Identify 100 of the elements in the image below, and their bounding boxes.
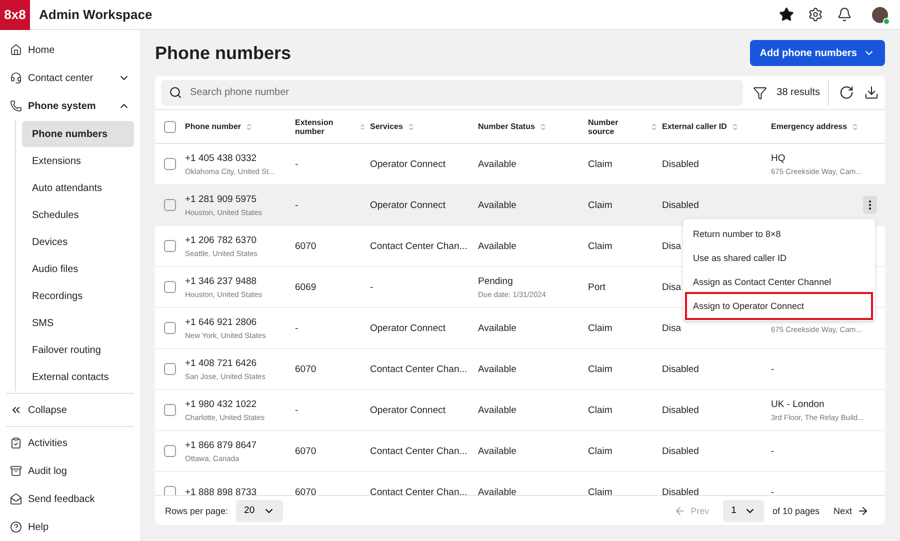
sort-icon[interactable]	[650, 122, 658, 130]
clipboard-icon	[10, 437, 22, 449]
sidebar-item[interactable]: Activities	[6, 429, 134, 457]
table-cell: Port	[588, 282, 606, 292]
settings-icon[interactable]	[808, 7, 823, 22]
sort-icon[interactable]	[538, 122, 547, 130]
sort-icon[interactable]	[851, 122, 860, 130]
table-cell: Available	[478, 364, 516, 374]
sidebar-subitem[interactable]: SMS	[22, 310, 134, 336]
table-cell: Disa	[662, 322, 682, 334]
sidebar-subitem[interactable]: Extensions	[22, 148, 134, 174]
checkbox[interactable]	[164, 404, 176, 416]
avatar[interactable]	[872, 6, 888, 22]
checkbox[interactable]	[164, 240, 176, 252]
table-cell: Claim	[588, 364, 612, 374]
checkbox[interactable]	[164, 281, 176, 293]
column-header[interactable]: Phone number	[185, 122, 242, 131]
column-header[interactable]: Emergency address	[771, 122, 848, 131]
checkbox[interactable]	[164, 322, 176, 334]
table-cell: Available	[478, 240, 516, 252]
sidebar-item[interactable]: Help	[6, 513, 134, 541]
sidebar-subitem[interactable]: Devices	[22, 229, 134, 255]
table-cell: Disa	[662, 282, 682, 292]
star-icon[interactable]	[779, 7, 794, 22]
sidebar-subitem[interactable]: Recordings	[22, 283, 134, 309]
column-header[interactable]: Number source	[588, 118, 646, 136]
sidebar-item[interactable]: Contact center	[6, 64, 134, 92]
column-header[interactable]: External caller ID	[662, 122, 727, 131]
sidebar-subitem[interactable]: Schedules	[22, 202, 134, 228]
download-icon[interactable]	[864, 85, 879, 100]
table-cell: Claim	[588, 446, 612, 456]
chevrons-left-icon	[10, 404, 22, 416]
table-cell: -	[295, 322, 298, 334]
sidebar-subitem[interactable]: Failover routing	[22, 337, 134, 363]
table-cell: 6070	[295, 486, 316, 495]
next-button[interactable]: Next	[827, 504, 875, 516]
checkbox[interactable]	[164, 445, 176, 457]
table-cell: Disabled	[662, 158, 699, 170]
collapse-button[interactable]: Collapse	[6, 396, 134, 424]
table-cell: Disabled	[662, 404, 699, 416]
table-cell: Claim	[588, 322, 612, 334]
sidebar-subitem[interactable]: Phone numbers	[22, 121, 134, 147]
table-cell: Disabled	[662, 364, 699, 374]
table-cell: 6069	[295, 282, 316, 292]
more-button[interactable]	[863, 196, 877, 214]
table-cell: HQ	[771, 152, 786, 164]
filter-icon[interactable]	[752, 86, 767, 100]
table-cell: Disabled	[662, 200, 699, 210]
sidebar-subitem[interactable]: External contacts	[22, 364, 134, 390]
checkbox[interactable]	[164, 158, 176, 170]
sidebar-item[interactable]: Audit log	[6, 457, 134, 485]
sidebar-subitem[interactable]: Auto attendants	[22, 175, 134, 201]
table-cell: Contact Center Chan...	[370, 486, 468, 495]
rows-label: Rows per page:	[165, 506, 228, 516]
sidebar-item[interactable]: Phone system	[6, 92, 134, 120]
menu-item[interactable]: Assign as Contact Center Channel	[687, 270, 871, 294]
sidebar-item[interactable]: Send feedback	[6, 485, 134, 513]
table-cell: -	[295, 200, 298, 210]
table-cell: Operator Connect	[370, 200, 446, 210]
table-cell: Contact Center Chan...	[370, 240, 468, 252]
rows-select[interactable]: 20	[236, 500, 283, 522]
archive-icon	[10, 465, 22, 477]
checkbox[interactable]	[164, 120, 176, 132]
search-box[interactable]: Search phone number	[161, 80, 743, 106]
sidebar-subitem[interactable]: Audio files	[22, 256, 134, 282]
add-button[interactable]: Add phone numbers	[750, 40, 885, 66]
app-title: Admin Workspace	[39, 7, 154, 22]
table-cell: -	[295, 158, 298, 170]
sort-icon[interactable]	[359, 122, 366, 130]
menu-item[interactable]: Use as shared caller ID	[687, 246, 871, 270]
column-header[interactable]: Services	[370, 122, 403, 131]
checkbox[interactable]	[164, 199, 176, 211]
search-icon	[169, 86, 182, 99]
table-cell: Operator Connect	[370, 322, 446, 334]
checkbox[interactable]	[164, 486, 176, 495]
phone-number: +1 405 438 0332	[185, 152, 257, 164]
envelope-icon	[10, 493, 22, 505]
page-select[interactable]: 1	[723, 500, 764, 522]
table-cell: 6070	[295, 364, 316, 374]
logo: 8x8	[0, 0, 30, 30]
arrow-left-icon	[674, 504, 686, 516]
table-cell: -	[771, 364, 774, 374]
table-cell: Available	[478, 486, 516, 495]
column-header[interactable]: Number Status	[478, 122, 535, 131]
table-cell: 6070	[295, 240, 316, 252]
sort-icon[interactable]	[406, 122, 415, 130]
phone-number: +1 408 721 6426	[185, 358, 257, 368]
table-cell: Available	[478, 404, 516, 416]
checkbox[interactable]	[164, 363, 176, 375]
bell-icon[interactable]	[837, 7, 852, 22]
headset-icon	[10, 72, 22, 84]
column-header[interactable]: Extension number	[295, 118, 356, 136]
refresh-icon[interactable]	[839, 85, 854, 100]
arrow-right-icon	[857, 504, 869, 516]
table-cell: Available	[478, 158, 516, 170]
sidebar-item[interactable]: Home	[6, 36, 134, 64]
sort-icon[interactable]	[730, 122, 739, 130]
sort-icon[interactable]	[245, 122, 254, 130]
table-cell: Contact Center Chan...	[370, 364, 468, 374]
search-field[interactable]: Search phone number	[188, 86, 735, 99]
